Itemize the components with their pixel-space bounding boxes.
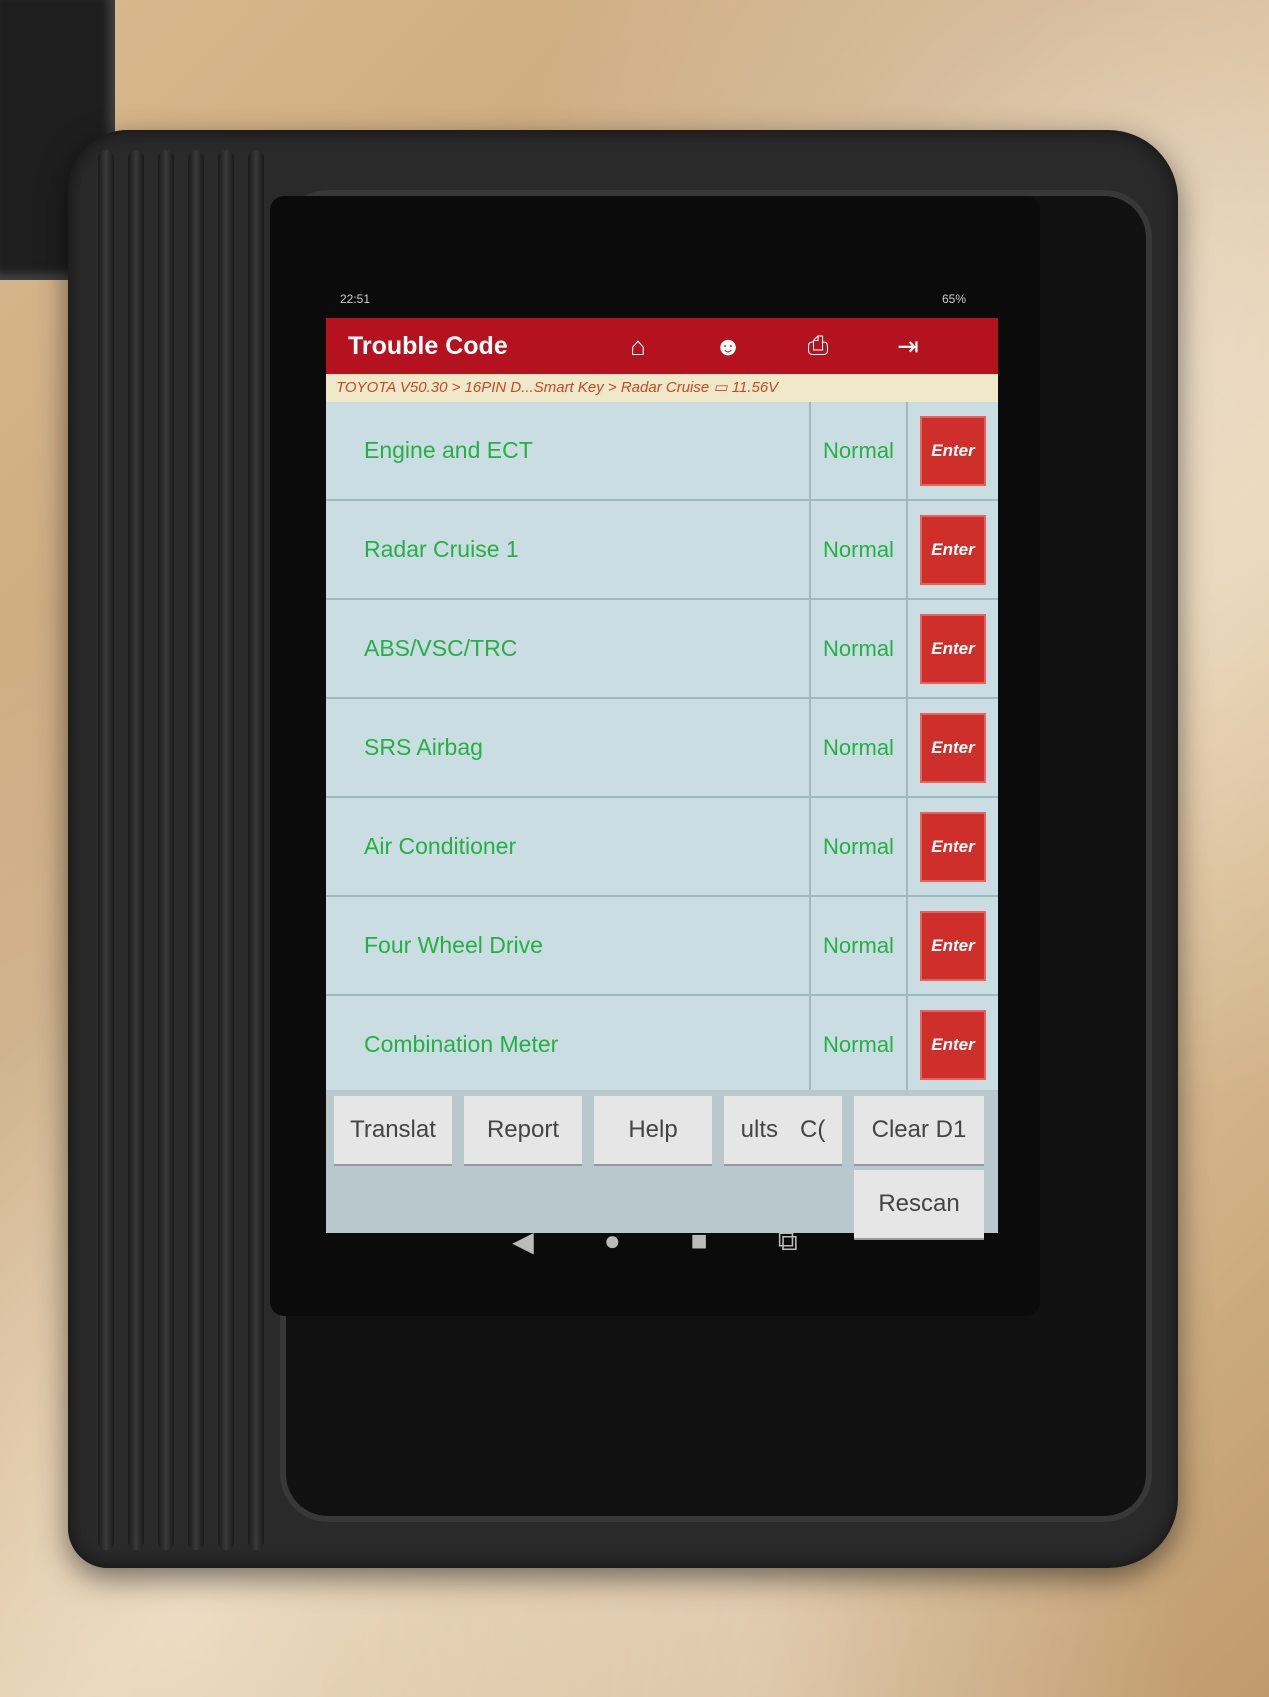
enter-button[interactable]: Enter — [920, 811, 986, 882]
status-bar: 22:51 65% — [270, 286, 1040, 312]
screenshot-icon[interactable]: ⧉ — [778, 1225, 798, 1258]
translate-button[interactable]: Translat — [334, 1096, 452, 1164]
voltage-reading: 11.56V — [731, 379, 779, 396]
system-status: Normal — [809, 996, 908, 1093]
system-name: ABS/VSC/TRC — [364, 635, 518, 661]
back-icon[interactable]: ◀ — [512, 1225, 534, 1258]
report-button[interactable]: Report — [464, 1096, 582, 1164]
system-row: Four Wheel Drive Normal Enter — [326, 897, 998, 996]
system-status: Normal — [809, 600, 908, 697]
system-name: Four Wheel Drive — [364, 932, 543, 958]
battery-icon: ▭ — [713, 379, 732, 396]
enter-button[interactable]: Enter — [920, 415, 986, 486]
enter-button[interactable]: Enter — [920, 1009, 986, 1080]
system-name: SRS Airbag — [364, 734, 483, 760]
home-icon[interactable]: ⌂ — [593, 331, 683, 362]
system-list: Engine and ECT Normal Enter Radar Cruise… — [326, 402, 998, 1095]
enter-button[interactable]: Enter — [920, 613, 986, 684]
help-button[interactable]: Help — [594, 1096, 712, 1164]
exit-icon[interactable]: ⇥ — [863, 331, 953, 362]
app-header: Trouble Code ⌂ ☻ ⎙ ⇥ — [326, 318, 998, 374]
system-status: Normal — [809, 798, 908, 895]
system-row: ABS/VSC/TRC Normal Enter — [326, 600, 998, 699]
system-row: Air Conditioner Normal Enter — [326, 798, 998, 897]
system-name: Radar Cruise 1 — [364, 536, 519, 562]
system-status: Normal — [809, 501, 908, 598]
system-name: Engine and ECT — [364, 437, 533, 463]
enter-button[interactable]: Enter — [920, 910, 986, 981]
page-title: Trouble Code — [348, 331, 508, 360]
status-battery: 65% — [941, 292, 966, 306]
recents-icon[interactable]: ■ — [691, 1225, 708, 1257]
screen: 22:51 65% Trouble Code ⌂ ☻ ⎙ ⇥ TOYOTA V5… — [270, 196, 1040, 1316]
system-status: Normal — [809, 897, 908, 994]
clear-dtc-button[interactable]: Clear D1 — [854, 1096, 984, 1164]
diagnostic-app: Trouble Code ⌂ ☻ ⎙ ⇥ TOYOTA V50.30 > 16P… — [326, 318, 998, 1238]
system-status: Normal — [809, 402, 908, 499]
enter-button[interactable]: Enter — [920, 712, 986, 783]
tablet-grip — [98, 150, 298, 1550]
system-row: Radar Cruise 1 Normal Enter — [326, 501, 998, 600]
system-row: Combination Meter Normal Enter — [326, 996, 998, 1095]
status-time: 22:51 — [340, 292, 371, 306]
android-nav-bar: ◀ ● ■ ⧉ — [270, 1206, 1040, 1276]
system-name: Combination Meter — [364, 1031, 559, 1057]
user-icon[interactable]: ☻ — [683, 331, 773, 362]
home-circle-icon[interactable]: ● — [604, 1225, 621, 1257]
system-row: SRS Airbag Normal Enter — [326, 699, 998, 798]
print-icon[interactable]: ⎙ — [773, 330, 863, 362]
results-label: ults — [740, 1116, 779, 1143]
save-results-button[interactable]: ults C( — [724, 1096, 842, 1164]
breadcrumb-path: TOYOTA V50.30 > 16PIN D...Smart Key > Ra… — [336, 379, 710, 396]
breadcrumb: TOYOTA V50.30 > 16PIN D...Smart Key > Ra… — [326, 374, 998, 402]
system-status: Normal — [809, 699, 908, 796]
clear-codes-label: C( — [800, 1116, 826, 1143]
enter-button[interactable]: Enter — [920, 514, 986, 585]
system-row: Engine and ECT Normal Enter — [326, 402, 998, 501]
system-name: Air Conditioner — [364, 833, 517, 859]
